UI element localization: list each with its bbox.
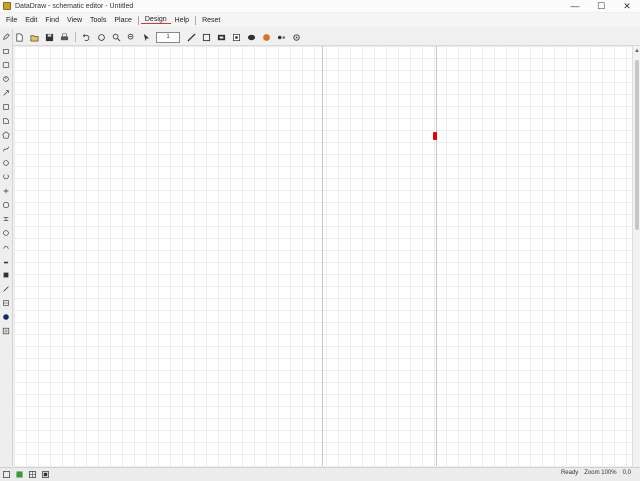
new-icon[interactable] [14, 32, 25, 43]
menu-tools[interactable]: Tools [86, 17, 110, 24]
maximize-button[interactable]: ☐ [588, 0, 614, 12]
menu-design[interactable]: Design [140, 16, 171, 24]
undo-icon[interactable] [81, 32, 92, 43]
pin-icon[interactable] [1, 256, 11, 266]
eye-icon[interactable] [276, 32, 287, 43]
print-icon[interactable] [59, 32, 70, 43]
snap-icon[interactable] [42, 471, 49, 478]
save-icon[interactable] [44, 32, 55, 43]
measure-icon[interactable] [1, 326, 11, 336]
node-icon[interactable] [1, 172, 11, 182]
status-coords: 0,0 [622, 470, 631, 476]
status-right: Ready Zoom 100% 0,0 [558, 470, 634, 476]
power-icon[interactable] [1, 242, 11, 252]
redo-icon[interactable] [96, 32, 107, 43]
status-ready: Ready [560, 470, 579, 476]
status-bar: Ready Zoom 100% 0,0 [0, 467, 640, 481]
box-icon[interactable] [201, 32, 212, 43]
rect-icon[interactable] [1, 102, 11, 112]
ground-icon[interactable] [1, 228, 11, 238]
zoom-out-icon[interactable] [126, 32, 137, 43]
main-toolbar: 1 [12, 29, 640, 46]
probe-icon[interactable] [1, 312, 11, 322]
vertical-scrollbar[interactable]: ▲ [632, 46, 640, 466]
menu-reset[interactable]: Reset [198, 17, 224, 24]
camera-icon[interactable] [231, 32, 242, 43]
net-icon[interactable] [1, 270, 11, 280]
circle-icon[interactable] [1, 116, 11, 126]
menu-place[interactable]: Place [110, 17, 136, 24]
zoom-in-icon[interactable] [111, 32, 122, 43]
arrow-icon[interactable] [1, 88, 11, 98]
settings-icon[interactable] [291, 32, 302, 43]
menu-find[interactable]: Find [41, 17, 63, 24]
scroll-thumb[interactable] [635, 60, 639, 230]
menu-help[interactable]: Help [171, 17, 193, 24]
status-icon [3, 471, 10, 478]
red-marker[interactable] [433, 132, 437, 140]
ellipse-icon[interactable] [246, 32, 257, 43]
text-icon[interactable] [1, 60, 11, 70]
wire-icon[interactable] [186, 32, 197, 43]
bus-icon[interactable] [1, 186, 11, 196]
color-fill-icon[interactable] [261, 32, 272, 43]
title-bar: DataDraw - schematic editor - Untitled —… [0, 0, 640, 12]
label-icon[interactable] [1, 158, 11, 168]
status-zoom: Zoom 100% [584, 470, 617, 476]
menu-separator [137, 15, 139, 25]
menu-separator [195, 15, 197, 25]
select-icon[interactable] [141, 32, 152, 43]
open-icon[interactable] [29, 32, 40, 43]
pencil-icon[interactable] [1, 32, 11, 42]
app-icon [3, 2, 11, 10]
curve-icon[interactable] [1, 144, 11, 154]
menu-file[interactable]: File [2, 17, 21, 24]
close-button[interactable]: ✕ [614, 0, 640, 12]
menu-view[interactable]: View [63, 17, 86, 24]
brush-icon[interactable] [1, 298, 11, 308]
window-title: DataDraw - schematic editor - Untitled [15, 2, 134, 10]
vertical-guide-line [322, 46, 323, 466]
fill-icon[interactable] [1, 284, 11, 294]
menu-edit[interactable]: Edit [21, 17, 41, 24]
zoom-field[interactable]: 1 [156, 31, 180, 43]
drawing-canvas[interactable] [14, 46, 632, 466]
line-icon[interactable] [1, 74, 11, 84]
junction-icon[interactable] [1, 214, 11, 224]
grid-icon[interactable] [29, 471, 36, 478]
toolbar-separator [75, 32, 76, 42]
layer-icon[interactable] [16, 471, 23, 478]
scroll-up-arrow-icon[interactable]: ▲ [634, 48, 640, 54]
left-toolbox [0, 29, 13, 466]
eraser-icon[interactable] [1, 46, 11, 56]
polygon-icon[interactable] [1, 130, 11, 140]
window-controls: — ☐ ✕ [562, 0, 640, 12]
menu-bar: File Edit Find View Tools Place Design H… [0, 13, 640, 27]
vertical-guide-line [436, 46, 437, 466]
minimize-button[interactable]: — [562, 0, 588, 12]
port-icon[interactable] [1, 200, 11, 210]
component-icon[interactable] [216, 32, 227, 43]
